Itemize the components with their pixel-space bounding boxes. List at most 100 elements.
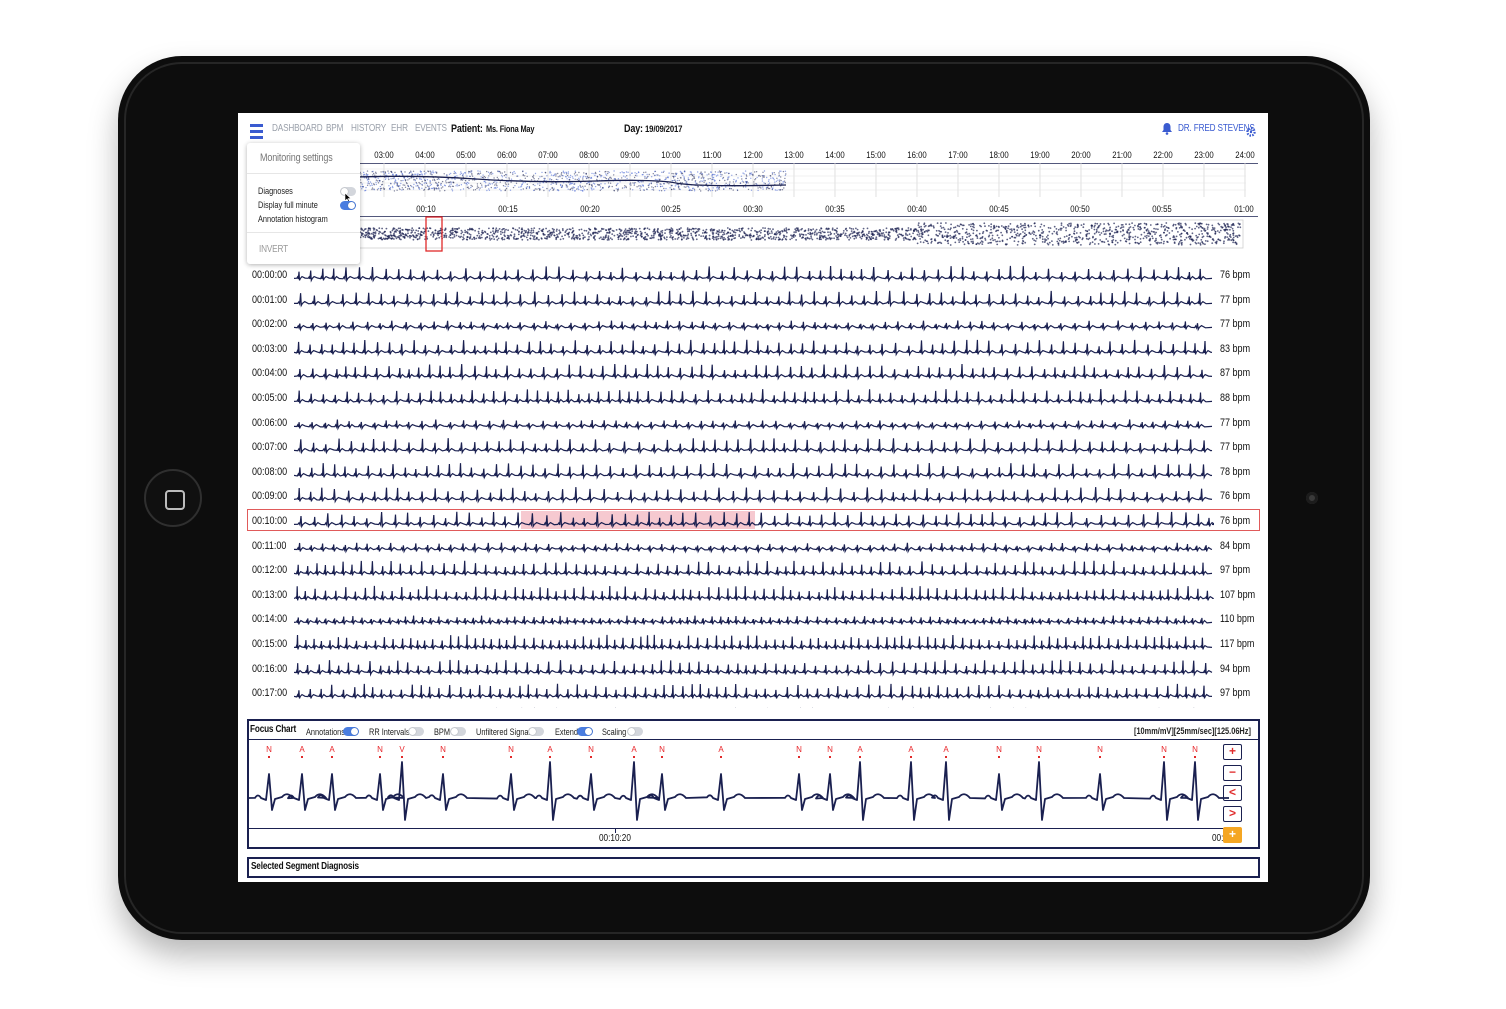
day-tick-label: 21:00 — [1112, 150, 1132, 161]
toggle-label-scaling: Scaling — [602, 727, 627, 737]
nav-events[interactable]: EVENTS — [415, 123, 447, 134]
row-time-label: 00:11:00 — [252, 539, 287, 552]
ecg-strip[interactable] — [294, 485, 1214, 505]
beat-annotation[interactable]: A — [854, 745, 866, 754]
beat-annotation[interactable]: A — [628, 745, 640, 754]
zoom-in-button[interactable]: + — [1223, 744, 1242, 760]
home-button[interactable] — [144, 469, 202, 527]
previous-button[interactable]: < — [1223, 785, 1242, 801]
beat-annotation[interactable]: A — [715, 745, 727, 754]
doctor-name[interactable]: DR. FRED STEVENS — [1178, 123, 1255, 134]
beat-annotation[interactable]: N — [993, 745, 1005, 754]
row-time-label: 00:00:00 — [252, 269, 288, 281]
focus-ecg-trace[interactable] — [249, 758, 1231, 824]
row-bpm-value: 84 bpm — [1220, 539, 1251, 552]
ecg-strip[interactable] — [294, 559, 1214, 579]
scaling-toggle[interactable] — [627, 727, 643, 736]
option-display-full-minute[interactable]: Display full minute — [258, 200, 318, 210]
next-button[interactable]: > — [1223, 806, 1242, 822]
nav-bpm[interactable]: BPM — [326, 123, 343, 134]
ecg-strip[interactable] — [294, 362, 1214, 382]
nav-dashboard[interactable]: DASHBOARD — [272, 123, 323, 134]
display-full-minute-toggle[interactable] — [340, 201, 356, 210]
app-screen: DASHBOARD BPM HISTORY EHR EVENTS Patient… — [238, 113, 1268, 882]
beat-annotation[interactable]: N — [793, 745, 805, 754]
extend-toggle[interactable] — [577, 727, 593, 736]
ecg-strip[interactable] — [294, 387, 1214, 407]
ecg-strip[interactable] — [294, 535, 1214, 555]
ecg-strip[interactable] — [294, 412, 1214, 432]
zoom-out-button[interactable]: − — [1223, 765, 1242, 781]
row-time-label: 00:05:00 — [252, 392, 288, 404]
beat-annotation[interactable]: N — [1033, 745, 1045, 754]
day-tick-label: 20:00 — [1071, 150, 1091, 161]
beat-annotation[interactable]: N — [505, 745, 517, 754]
ecg-strip[interactable] — [294, 461, 1214, 481]
focus-time-center: 00:10:20 — [599, 833, 631, 844]
beat-annotation[interactable]: A — [296, 745, 308, 754]
day-tick-label: 08:00 — [579, 150, 599, 161]
toggle-label-annotations: Annotations — [306, 727, 345, 737]
day-tick-label: 07:00 — [538, 150, 558, 161]
row-time-label: 00:10:00 — [252, 515, 288, 527]
ecg-strip[interactable] — [294, 608, 1214, 628]
scale-info: [10mm/mV][25mm/sec][125.06Hz] — [1134, 726, 1251, 736]
ecg-strip[interactable] — [294, 289, 1214, 309]
beat-annotation[interactable]: N — [1094, 745, 1106, 754]
bell-icon[interactable] — [1161, 122, 1173, 135]
beat-annotation[interactable]: N — [585, 745, 597, 754]
add-annotation-button[interactable]: + — [1223, 827, 1242, 843]
ecg-strip[interactable] — [294, 658, 1214, 678]
settings-title: Monitoring settings — [260, 152, 333, 164]
day-tick-label: 11:00 — [702, 150, 722, 161]
day-tick-label: 22:00 — [1153, 150, 1173, 161]
beat-annotation[interactable]: N — [656, 745, 668, 754]
ecg-strip[interactable] — [294, 264, 1214, 284]
unfiltered-signal-toggle[interactable] — [528, 727, 544, 736]
row-bpm-value: 77 bpm — [1220, 441, 1251, 454]
ecg-strip[interactable] — [294, 313, 1214, 333]
gear-icon[interactable] — [1246, 124, 1256, 137]
nav-ehr[interactable]: EHR — [391, 123, 408, 134]
beat-annotation[interactable]: N — [1189, 745, 1201, 754]
beat-annotation[interactable]: N — [374, 745, 386, 754]
day-tick-label: 24:00 — [1235, 150, 1255, 161]
day-tick-label: 05:00 — [456, 150, 476, 161]
row-bpm-value: 107 bpm — [1220, 588, 1256, 601]
beat-annotation[interactable]: A — [940, 745, 952, 754]
ecg-strip[interactable] — [294, 584, 1214, 604]
ecg-strip[interactable] — [294, 682, 1214, 702]
beat-annotation[interactable]: N — [1158, 745, 1170, 754]
ecg-strip[interactable] — [294, 436, 1214, 456]
beat-annotation[interactable]: N — [824, 745, 836, 754]
option-diagnoses[interactable]: Diagnoses — [258, 186, 293, 196]
day-tick-label: 18:00 — [989, 150, 1009, 161]
day-tick-label: 16:00 — [907, 150, 927, 161]
nav-history[interactable]: HISTORY — [351, 123, 386, 134]
row-bpm-value: 83 bpm — [1220, 342, 1251, 355]
rr-intervals-toggle[interactable] — [408, 727, 424, 736]
beat-annotation[interactable]: N — [437, 745, 449, 754]
beat-annotation[interactable]: A — [326, 745, 338, 754]
annotations-toggle[interactable] — [343, 727, 359, 736]
ecg-strip[interactable] — [294, 510, 1214, 530]
day-tick-label: 09:00 — [620, 150, 640, 161]
day-tick-label: 23:00 — [1194, 150, 1214, 161]
ecg-strip[interactable] — [294, 338, 1214, 358]
bpm-toggle[interactable] — [450, 727, 466, 736]
beat-annotation[interactable]: A — [544, 745, 556, 754]
hamburger-menu-icon[interactable] — [250, 124, 263, 139]
home-square-icon — [165, 490, 185, 510]
hour-overview-chart[interactable] — [356, 216, 1258, 253]
row-time-label: 00:12:00 — [252, 564, 288, 577]
invert-button[interactable]: INVERT — [259, 244, 288, 255]
diagnosis-panel[interactable] — [247, 857, 1260, 878]
beat-annotation[interactable]: N — [263, 745, 275, 754]
toggle-label-extend: Extend — [555, 727, 578, 737]
beat-annotation[interactable]: V — [396, 745, 408, 754]
row-bpm-value: 77 bpm — [1220, 293, 1251, 306]
day-overview-chart[interactable] — [356, 163, 1258, 197]
option-annotation-histogram[interactable]: Annotation histogram — [258, 214, 328, 224]
ecg-strip[interactable] — [294, 633, 1214, 653]
beat-annotation[interactable]: A — [905, 745, 917, 754]
